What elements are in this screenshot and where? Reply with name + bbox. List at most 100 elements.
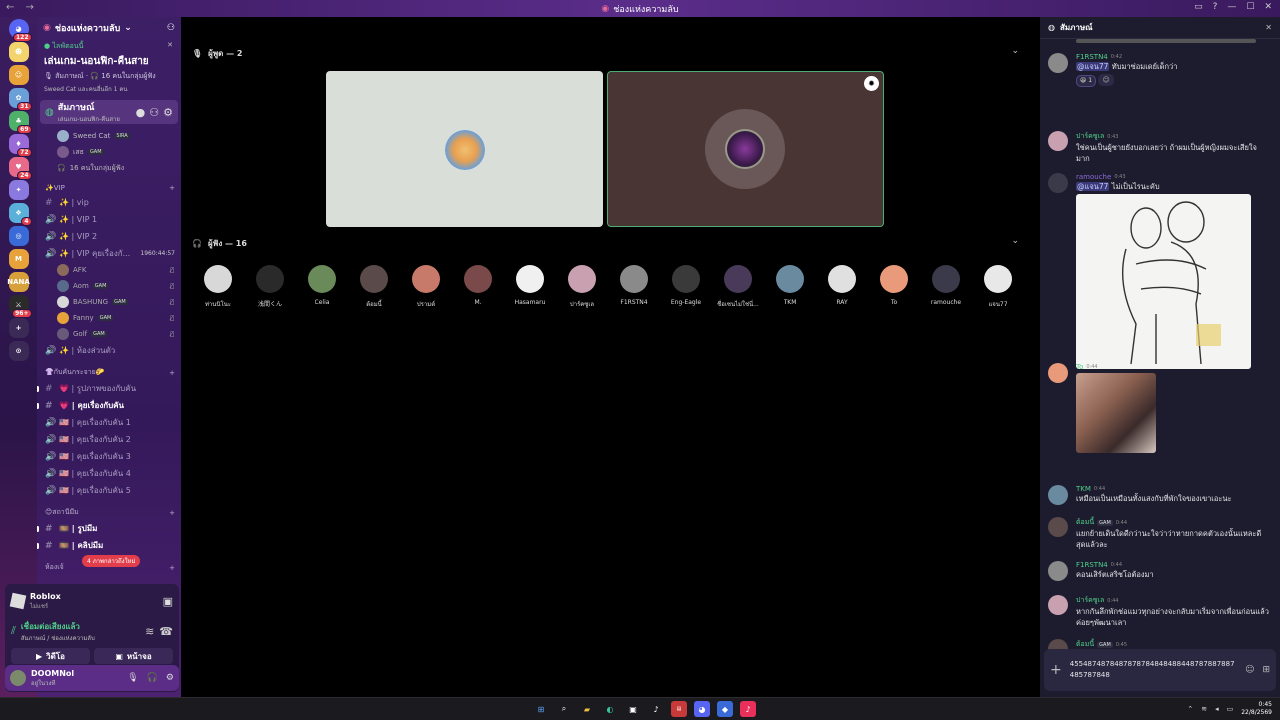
author-name[interactable]: ramouche (1076, 173, 1111, 181)
close-icon[interactable]: ✕ (167, 41, 173, 49)
help-icon[interactable]: ? (1213, 2, 1218, 12)
microphone-icon[interactable]: 🎙 (127, 673, 138, 683)
author-name[interactable]: ปาร์คซูเล (1076, 131, 1104, 142)
listener[interactable]: ชื่อเซนไม่ใช่นี่... (712, 265, 764, 309)
server-icon[interactable]: ☻ (8, 42, 29, 62)
avatar[interactable] (1048, 595, 1068, 615)
tiktok-icon[interactable]: ♪ (648, 701, 664, 717)
noise-suppression-icon[interactable]: ≋ (145, 625, 154, 638)
roblox-icon[interactable]: ◆ (717, 701, 733, 717)
stage-user[interactable]: 🎧 16 คนในกลุ่มผู้ฟัง (37, 160, 181, 176)
author-name[interactable]: ปาร์คซูเล (1076, 595, 1104, 606)
server-icon[interactable]: ⚔ 96+ (8, 295, 32, 318)
listener[interactable]: To (868, 265, 920, 309)
listener[interactable]: TKM (764, 265, 816, 309)
listener[interactable]: Celia (296, 265, 348, 309)
category-friends[interactable]: 👚กับคันกระจาย🌮 + (37, 359, 181, 380)
channel-item[interactable]: 🔊 ✨ | VIP คุยเรื่องกั... 1960:44:57 (37, 245, 181, 262)
channel-item[interactable]: # 🎞️ | รูปมีม (37, 520, 181, 537)
listener[interactable]: ปาร์คซูเล (556, 265, 608, 309)
reaction[interactable]: 😆 1 (1076, 74, 1097, 87)
avatar[interactable] (1048, 131, 1068, 151)
screen-share-icon[interactable]: ▣ (163, 595, 173, 608)
game-activity[interactable]: Roblox ไม่แชร์ ▣ (9, 588, 173, 614)
disconnect-icon[interactable]: ☎ (159, 625, 173, 638)
server-icon[interactable]: ♦ 72 (8, 134, 32, 157)
gear-icon[interactable]: ⚙ (163, 106, 173, 119)
listener[interactable]: Hasamaru (504, 265, 556, 309)
minimize-icon[interactable]: — (1227, 2, 1236, 12)
file-explorer-icon[interactable]: ▰ (579, 701, 595, 717)
voice-user[interactable]: BASHUNG GAM 🎙̸ (37, 294, 181, 310)
avatar[interactable] (1048, 485, 1068, 505)
server-icon[interactable]: ✿ 31 (8, 88, 32, 111)
server-icon[interactable]: ❖ 4 (8, 203, 32, 226)
channel-item[interactable]: # ✨ | vip (37, 194, 181, 211)
author-name[interactable]: F1RSTN4 (1076, 53, 1108, 61)
edge-browser-icon[interactable]: ◐ (602, 701, 618, 717)
server-icon[interactable]: ◕ 122 (8, 19, 32, 42)
plus-icon[interactable]: + (169, 509, 175, 517)
members-icon[interactable]: ⚇ (149, 106, 159, 119)
channel-item[interactable]: # 💗 | รูปภาพของกับคัน (37, 380, 181, 397)
voice-user[interactable]: Golf GAM 🎙̸ (37, 326, 181, 342)
server-icon[interactable]: ⊙ (8, 341, 29, 361)
listener[interactable]: ramouche (920, 265, 972, 309)
channel-item[interactable]: 🔊 🇺🇸 | คุยเรื่องกับคัน 5 (37, 482, 181, 499)
maximize-icon[interactable]: ☐ (1246, 2, 1254, 12)
apps-icon[interactable]: ⊞ (1262, 665, 1270, 675)
active-stage-channel[interactable]: ◍ สัมภาษณ์ เล่นเกม-นอนฟิก-คืนสาย ● ⚇ ⚙ (40, 100, 178, 124)
chevron-up-icon[interactable]: ⌃ (1187, 705, 1193, 713)
wifi-icon[interactable]: ≋ (1201, 705, 1207, 713)
channel-item[interactable]: 🔊 ✨ | VIP 2 (37, 228, 181, 245)
listener[interactable]: ท่านนิโนะ (192, 265, 244, 309)
search-icon[interactable]: ⌕ (556, 701, 572, 717)
voice-connected-label[interactable]: เชื่อมต่อเสียงแล้ว (21, 620, 140, 633)
listener[interactable]: 浅間くん (244, 265, 296, 309)
photo-image[interactable] (1076, 373, 1156, 453)
user-mention[interactable]: @แจน77 (1076, 62, 1110, 71)
server-icon[interactable]: ♥ 24 (8, 157, 32, 180)
channel-item[interactable]: # 🎞️ | คลิปมีม (37, 537, 181, 554)
server-icon[interactable]: ♣ 69 (8, 111, 32, 134)
listener[interactable]: Eng-Eagle (660, 265, 712, 309)
sketch-image[interactable] (1076, 194, 1251, 369)
voice-user[interactable]: AFK 🎙̸ (37, 262, 181, 278)
gear-icon[interactable]: ⚙ (166, 673, 174, 683)
listener[interactable]: F1RSTN4 (608, 265, 660, 309)
avatar[interactable] (1048, 517, 1068, 537)
channel-item[interactable]: 🔊 🇺🇸 | คุยเรื่องกับคัน 1 (37, 414, 181, 431)
listener[interactable]: แจน77 (972, 265, 1024, 309)
avatar[interactable] (1048, 561, 1068, 581)
speaker-tile[interactable] (326, 71, 603, 227)
server-icon[interactable]: ☺ (8, 65, 29, 85)
add-reaction-icon[interactable]: ☺ (1098, 74, 1115, 86)
message-input-text[interactable]: 4554874878487878784848488448787887887485… (1070, 659, 1237, 681)
unread-mentions-pill[interactable]: 4 ภาพกล่าวถึงใหม่ (82, 555, 141, 567)
video-button[interactable]: ▶ วิดีโอ (11, 648, 90, 664)
category-vip[interactable]: ✨VIP + (37, 176, 181, 194)
server-icon[interactable]: ✦ (8, 180, 29, 200)
author-name[interactable]: ต้อมนี้ (1076, 517, 1094, 528)
channel-item[interactable]: 🔊 🇺🇸 | คุยเรื่องกับคัน 4 (37, 465, 181, 482)
battery-icon[interactable]: ▭ (1227, 705, 1234, 713)
stage-user[interactable]: เสธ GAM (37, 144, 181, 160)
avatar[interactable] (1048, 363, 1068, 383)
user-mention[interactable]: @แจน77 (1076, 182, 1110, 191)
voice-location[interactable]: สัมภาษณ์ / ช่องแห่งความลับ (21, 633, 140, 643)
channel-private-room[interactable]: 🔊 ✨ | ห้องส่วนตัว (37, 342, 181, 359)
attach-plus-icon[interactable]: + (1050, 662, 1062, 678)
channel-item[interactable]: 🔊 🇺🇸 | คุยเรื่องกับคัน 2 (37, 431, 181, 448)
plus-icon[interactable]: + (169, 564, 175, 572)
message-input[interactable]: + 45548748784878787848484884487878878874… (1044, 649, 1276, 691)
chevron-down-icon[interactable]: ⌄ (1011, 236, 1019, 246)
voice-user[interactable]: Aom GAM 🎙̸ (37, 278, 181, 294)
close-icon[interactable]: ✕ (1264, 2, 1272, 12)
windows-start-icon[interactable]: ⊞ (533, 701, 549, 717)
inbox-icon[interactable]: ▭ (1194, 2, 1203, 12)
channel-item[interactable]: 🔊 ✨ | VIP 1 (37, 211, 181, 228)
author-name[interactable]: F1RSTN4 (1076, 561, 1108, 569)
server-icon[interactable]: M (8, 249, 29, 269)
live-event[interactable]: ● ไลฟ์ตอนนี้ ✕ เล่นเกม-นอนฟิก-คืนสาย 🎙 ส… (37, 39, 181, 96)
server-icon[interactable]: ◎ (8, 226, 29, 246)
